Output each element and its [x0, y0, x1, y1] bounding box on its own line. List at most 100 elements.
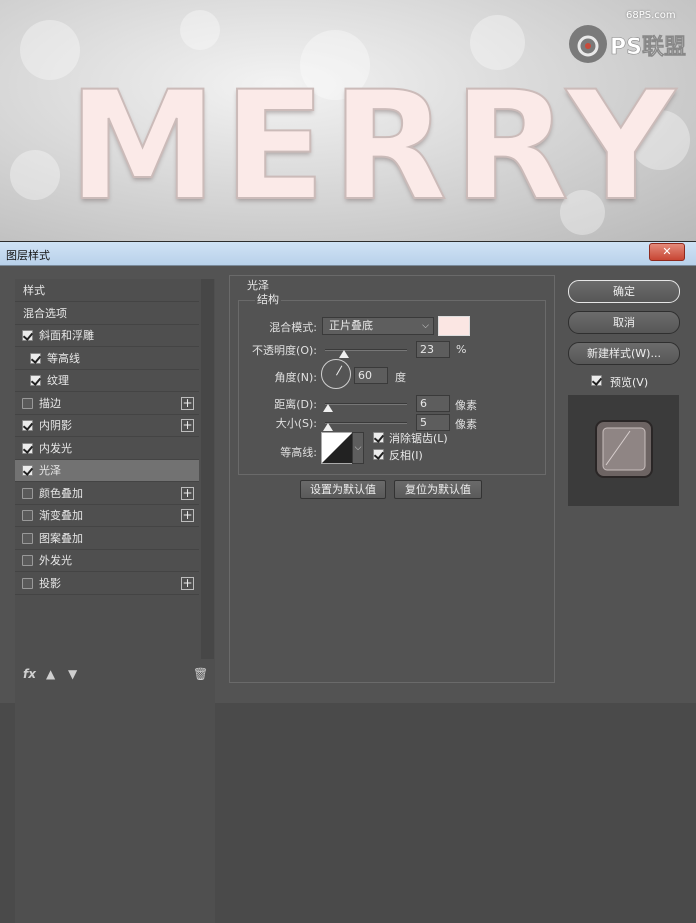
- add-effect-icon[interactable]: +: [181, 509, 194, 522]
- bokeh-light: [10, 150, 60, 200]
- chevron-down-icon[interactable]: ⌵: [352, 432, 364, 464]
- add-effect-icon[interactable]: +: [181, 419, 194, 432]
- opacity-unit: %: [456, 343, 467, 356]
- style-item-row[interactable]: 内发光: [15, 438, 199, 460]
- style-item-row[interactable]: 投影 +: [15, 573, 199, 595]
- canvas-preview: MERRY 68PS.com PS联盟: [0, 0, 696, 243]
- style-item-row[interactable]: 外发光: [15, 550, 199, 572]
- style-item-checkbox[interactable]: [22, 442, 33, 454]
- style-item-label: 渐变叠加: [39, 509, 83, 522]
- angle-input[interactable]: 60: [354, 367, 388, 384]
- new-style-button[interactable]: 新建样式(W)...: [568, 342, 680, 365]
- antialias-label: 消除锯齿(L): [389, 432, 448, 445]
- style-list-items: 样式混合选项斜面和浮雕等高线纹理描边 + 内阴影 + 内发光光泽颜色叠加 + 渐变叠加 + 图案…: [15, 279, 214, 659]
- style-item-row[interactable]: 混合选项: [15, 303, 199, 325]
- style-item-checkbox[interactable]: [22, 330, 33, 341]
- opacity-label: 不透明度(O):: [252, 344, 317, 357]
- style-item-label: 样式: [23, 284, 45, 297]
- style-item-checkbox[interactable]: [22, 420, 33, 431]
- distance-slider[interactable]: [325, 403, 407, 405]
- style-item-label: 图案叠加: [39, 531, 83, 545]
- chevron-down-icon: ⌵: [422, 321, 429, 331]
- fx-icon[interactable]: fx: [23, 667, 36, 681]
- style-item-checkbox[interactable]: [22, 487, 33, 499]
- blend-mode-label: 混合模式:: [269, 321, 317, 334]
- contour-curve-icon: [322, 433, 352, 463]
- style-item-row[interactable]: 颜色叠加 +: [15, 483, 199, 505]
- ok-button[interactable]: 确定: [568, 280, 680, 303]
- dialog-titlebar[interactable]: 图层样式 ✕: [0, 242, 696, 266]
- size-slider[interactable]: [325, 422, 407, 424]
- style-item-row[interactable]: 纹理: [15, 370, 199, 392]
- distance-slider-thumb[interactable]: [323, 404, 333, 412]
- style-item-label: 斜面和浮雕: [39, 329, 94, 342]
- style-item-label: 投影: [39, 576, 61, 590]
- contour-preview[interactable]: [321, 432, 353, 464]
- opacity-slider[interactable]: [325, 349, 407, 351]
- distance-label: 距离(D):: [274, 398, 317, 411]
- angle-unit: 度: [395, 371, 406, 384]
- style-item-label: 颜色叠加: [39, 486, 83, 500]
- style-item-row[interactable]: 图案叠加: [15, 528, 199, 550]
- layer-style-dialog: 图层样式 ✕ 样式混合选项斜面和浮雕等高线纹理描边 + 内阴影 + 内发光光泽颜色叠加 +…: [0, 241, 696, 923]
- opacity-input[interactable]: 23: [416, 341, 450, 358]
- style-preview: [568, 395, 679, 506]
- style-item-checkbox[interactable]: [30, 375, 41, 386]
- set-default-button[interactable]: 设置为默认值: [300, 480, 386, 499]
- blend-color-swatch[interactable]: [438, 316, 470, 336]
- style-item-checkbox[interactable]: [22, 510, 33, 521]
- style-list-scrollbar[interactable]: [201, 279, 214, 659]
- style-item-row[interactable]: 内阴影 +: [15, 415, 199, 437]
- invert-label: 反相(I): [389, 449, 423, 462]
- style-item-checkbox[interactable]: [22, 577, 33, 589]
- trash-icon[interactable]: 🗑: [193, 667, 208, 681]
- antialias-checkbox[interactable]: [373, 432, 384, 443]
- opacity-slider-thumb[interactable]: [338, 350, 349, 358]
- style-item-checkbox[interactable]: [22, 555, 33, 566]
- style-item-checkbox[interactable]: [22, 532, 33, 544]
- style-list: 样式混合选项斜面和浮雕等高线纹理描边 + 内阴影 + 内发光光泽颜色叠加 + 渐变叠加 + 图案…: [15, 279, 215, 923]
- style-item-label: 等高线: [47, 351, 80, 365]
- style-item-row[interactable]: 光泽: [15, 460, 199, 482]
- size-label: 大小(S):: [275, 417, 317, 430]
- style-item-row[interactable]: 渐变叠加 +: [15, 505, 199, 527]
- style-item-label: 纹理: [47, 374, 69, 387]
- size-slider-thumb[interactable]: [323, 423, 333, 431]
- preview-label: 预览(V): [610, 376, 649, 389]
- angle-dial[interactable]: [321, 359, 351, 389]
- structure-title: 结构: [255, 291, 281, 307]
- style-item-label: 光泽: [39, 464, 61, 477]
- distance-input[interactable]: 6: [416, 395, 450, 412]
- style-item-checkbox[interactable]: [30, 352, 41, 364]
- reset-default-button[interactable]: 复位为默认值: [394, 480, 482, 499]
- size-input[interactable]: 5: [416, 414, 450, 431]
- style-item-row[interactable]: 样式: [15, 280, 199, 302]
- style-item-checkbox[interactable]: [22, 397, 33, 409]
- blend-mode-value: 正片叠底: [329, 319, 373, 332]
- distance-unit: 像素: [455, 399, 477, 412]
- style-item-label: 混合选项: [23, 306, 67, 320]
- add-effect-icon[interactable]: +: [181, 576, 194, 590]
- cancel-button[interactable]: 取消: [568, 311, 680, 334]
- style-item-row[interactable]: 等高线: [15, 348, 199, 370]
- style-item-checkbox[interactable]: [22, 465, 33, 476]
- add-effect-icon[interactable]: +: [181, 396, 194, 410]
- merry-text: MERRY: [67, 60, 682, 234]
- contour-label: 等高线:: [280, 446, 317, 459]
- style-preview-swatch: [595, 420, 653, 478]
- blend-mode-select[interactable]: 正片叠底 ⌵: [322, 317, 434, 335]
- watermark: 68PS.com PS联盟: [566, 10, 690, 68]
- preview-checkbox[interactable]: [591, 375, 602, 386]
- move-down-icon[interactable]: ▼: [68, 667, 77, 681]
- style-item-row[interactable]: 斜面和浮雕: [15, 325, 199, 347]
- close-button[interactable]: ✕: [649, 243, 685, 261]
- invert-checkbox[interactable]: [373, 449, 384, 460]
- style-item-row[interactable]: 描边 +: [15, 393, 199, 415]
- add-effect-icon[interactable]: +: [181, 486, 194, 500]
- style-item-label: 内阴影: [39, 419, 72, 432]
- move-up-icon[interactable]: ▲: [46, 667, 55, 681]
- angle-needle: [336, 365, 343, 376]
- structure-group: 结构 混合模式: 正片叠底 ⌵ 不透明度(O): 23 % 角度(N): 60 …: [238, 291, 546, 475]
- angle-label: 角度(N):: [274, 371, 317, 384]
- style-list-footer: fx ▲ ▼ 🗑: [15, 661, 214, 691]
